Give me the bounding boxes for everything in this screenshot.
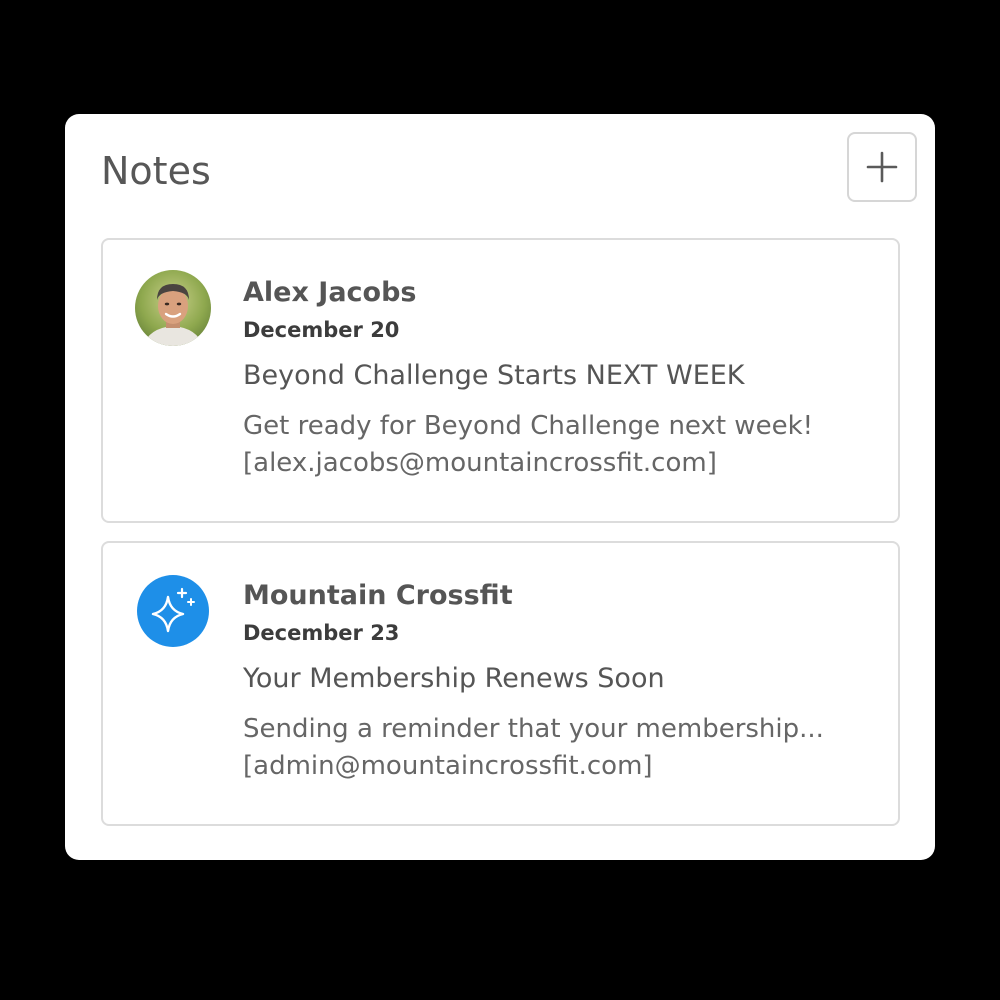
- note-preview-text: Get ready for Beyond Challenge next week…: [243, 411, 814, 441]
- note-date: December 23: [243, 621, 400, 645]
- note-subject: Your Membership Renews Soon: [243, 663, 665, 694]
- note-email: [admin@mountaincrossfit.com]: [243, 751, 653, 781]
- add-note-button[interactable]: [847, 132, 917, 202]
- person-photo-avatar: [135, 270, 211, 346]
- note-card[interactable]: Alex Jacobs December 20 Beyond Challenge…: [101, 238, 900, 523]
- note-card[interactable]: Mountain Crossfit December 23 Your Membe…: [101, 541, 900, 826]
- note-preview-text: Sending a reminder that your membership.…: [243, 714, 824, 744]
- sparkle-icon: [135, 573, 211, 649]
- notes-panel: Notes Alex Jacobs December 20 Beyond Cha…: [65, 114, 935, 860]
- note-date: December 20: [243, 318, 400, 342]
- panel-title: Notes: [101, 149, 211, 193]
- note-subject: Beyond Challenge Starts NEXT WEEK: [243, 360, 745, 391]
- note-email: [alex.jacobs@mountaincrossfit.com]: [243, 448, 717, 478]
- note-preview: Get ready for Beyond Challenge next week…: [243, 408, 878, 482]
- note-author: Alex Jacobs: [243, 277, 417, 308]
- note-author: Mountain Crossfit: [243, 580, 513, 611]
- plus-icon: [866, 151, 898, 183]
- note-preview: Sending a reminder that your membership.…: [243, 711, 878, 785]
